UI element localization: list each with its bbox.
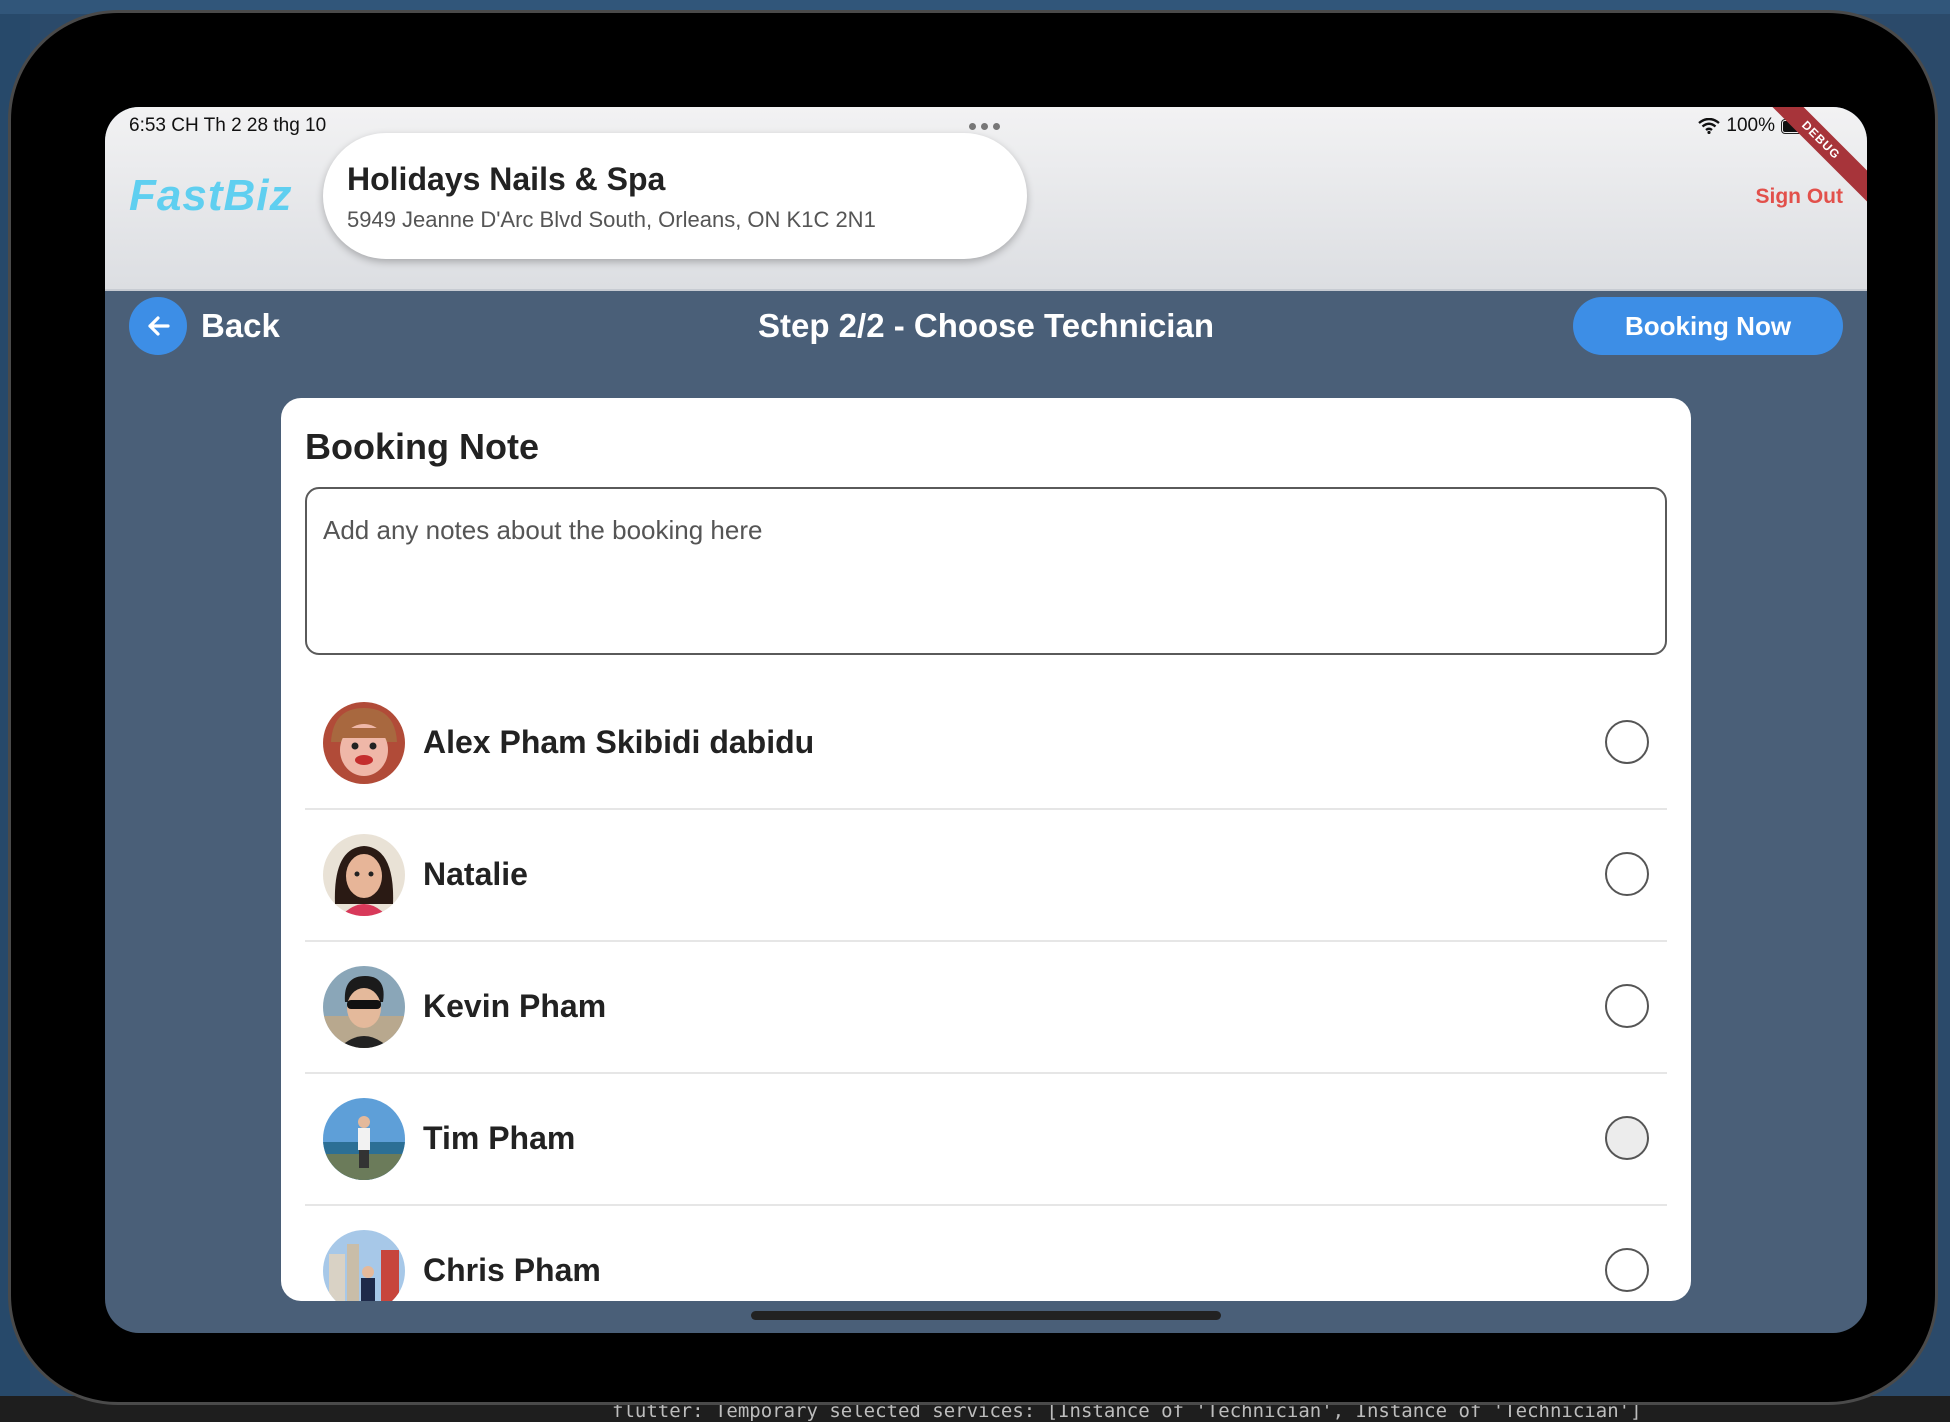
booking-card: Booking Note Add any notes about the boo…: [281, 398, 1691, 1301]
avatar: [323, 966, 405, 1048]
store-name: Holidays Nails & Spa: [347, 161, 666, 197]
home-indicator[interactable]: [751, 1311, 1221, 1320]
technician-name: Chris Pham: [423, 1252, 601, 1288]
technician-row[interactable]: Tim Pham: [305, 1074, 1667, 1206]
technician-name: Natalie: [423, 856, 528, 892]
technician-radio[interactable]: [1605, 852, 1649, 896]
technician-row[interactable]: Natalie: [305, 810, 1667, 942]
app-header: 6:53 CH Th 2 28 thg 10 100% DEBUG FastBi…: [105, 107, 1867, 291]
avatar: [323, 834, 405, 916]
app-logo: FastBiz: [129, 171, 293, 220]
technician-radio[interactable]: [1605, 1248, 1649, 1292]
battery-percent: 100%: [1726, 115, 1775, 136]
avatar: [323, 1230, 405, 1301]
technician-radio[interactable]: [1605, 720, 1649, 764]
booking-note-input[interactable]: [305, 487, 1667, 655]
technician-row[interactable]: Chris Pham: [305, 1206, 1667, 1301]
technician-name: Tim Pham: [423, 1120, 576, 1156]
store-info-card: Holidays Nails & Spa 5949 Jeanne D'Arc B…: [323, 133, 1027, 259]
app-screen: 6:53 CH Th 2 28 thg 10 100% DEBUG FastBi…: [105, 107, 1867, 1333]
ipad-frame: 6:53 CH Th 2 28 thg 10 100% DEBUG FastBi…: [8, 10, 1938, 1405]
status-time-date: 6:53 CH Th 2 28 thg 10: [129, 115, 327, 136]
avatar: [323, 1098, 405, 1180]
wifi-icon: [1698, 118, 1721, 134]
avatar: [323, 702, 405, 784]
technician-radio[interactable]: [1605, 984, 1649, 1028]
technician-name: Alex Pham Skibidi dabidu: [423, 724, 815, 760]
technician-row[interactable]: Kevin Pham: [305, 942, 1667, 1074]
technician-name: Kevin Pham: [423, 988, 607, 1024]
technician-list: Alex Pham Skibidi dabidu Natalie Kevin P…: [305, 678, 1667, 1301]
store-address: 5949 Jeanne D'Arc Blvd South, Orleans, O…: [347, 207, 876, 232]
booking-now-button[interactable]: Booking Now: [1573, 297, 1843, 355]
sign-out-button[interactable]: Sign Out: [1756, 185, 1844, 209]
technician-radio[interactable]: [1605, 1116, 1649, 1160]
multitasking-dots-icon[interactable]: [969, 123, 1000, 130]
booking-note-title: Booking Note: [305, 426, 539, 467]
technician-row[interactable]: Alex Pham Skibidi dabidu: [305, 678, 1667, 810]
